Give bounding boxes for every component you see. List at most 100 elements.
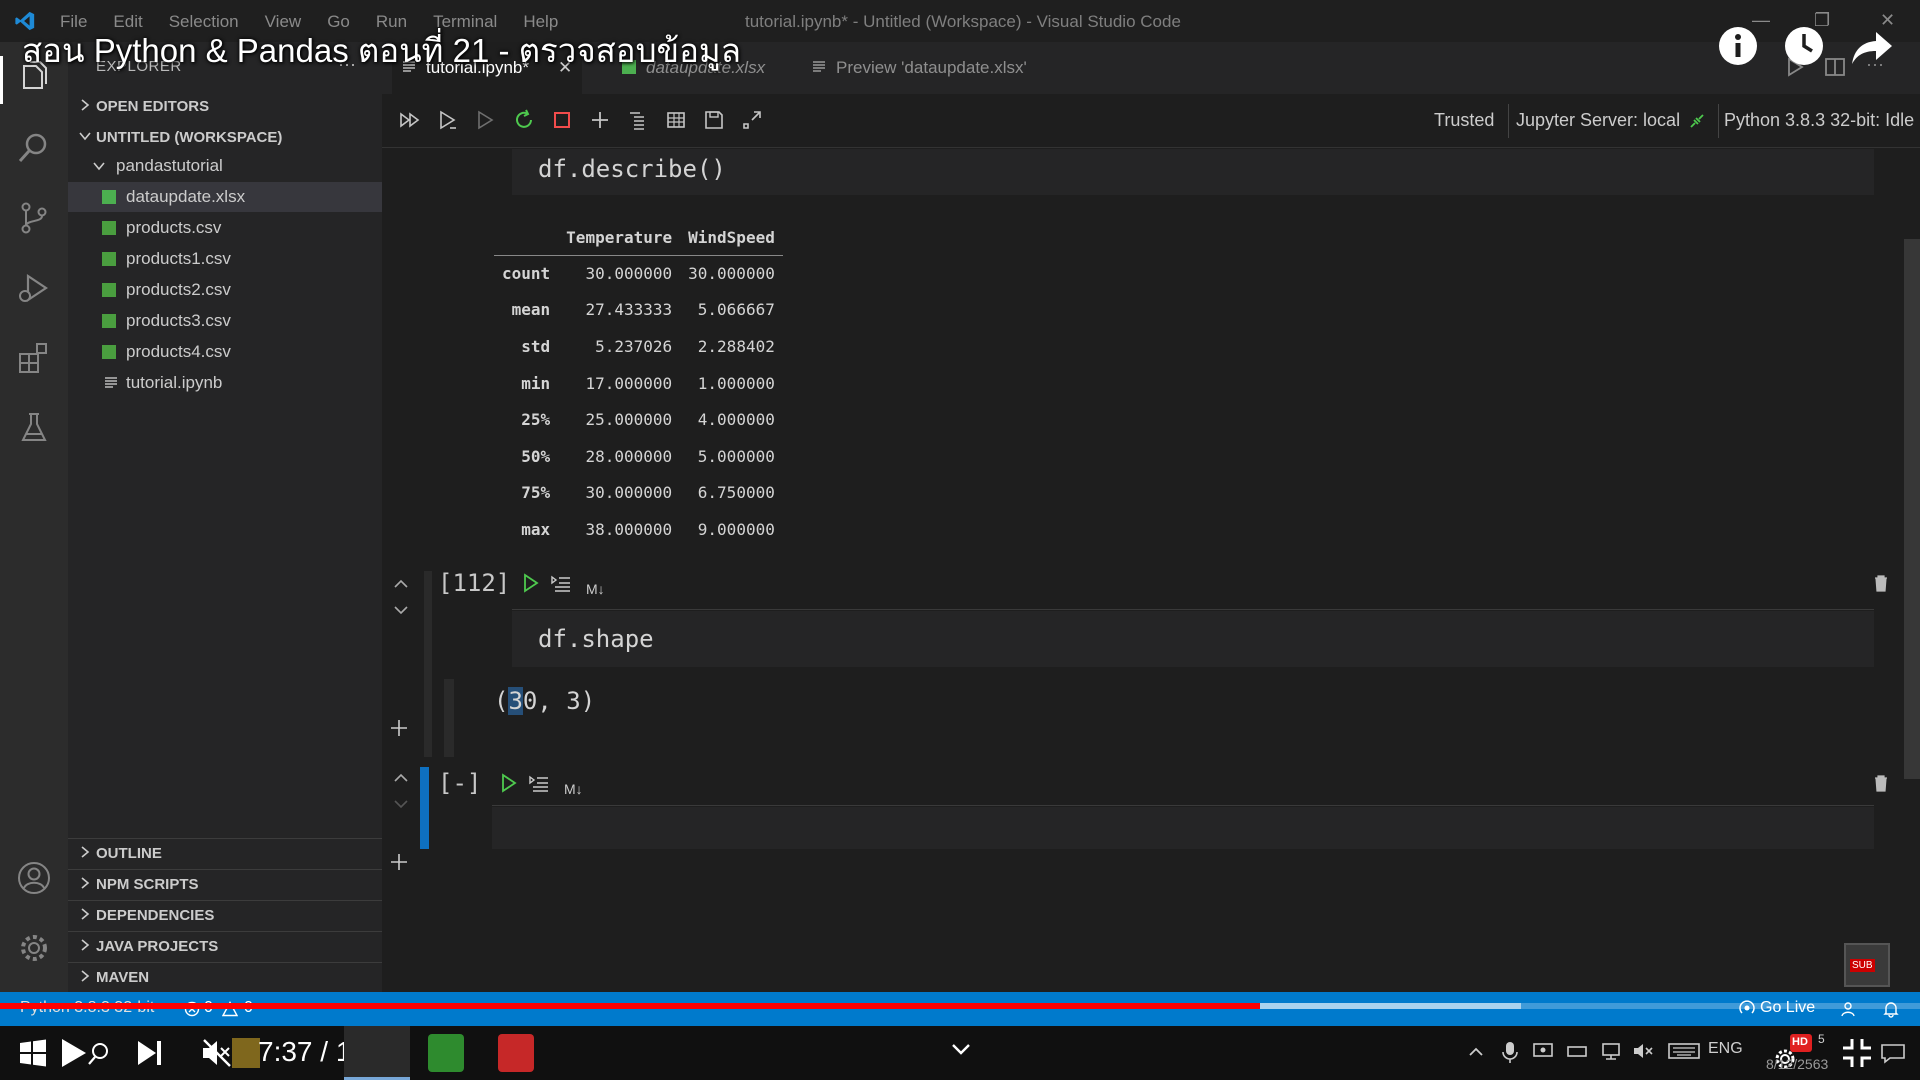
toolbar-separator: [1718, 104, 1719, 138]
chevron-right-icon: [81, 877, 90, 889]
settings-gear-icon[interactable]: [16, 930, 52, 966]
windows-start-icon[interactable]: [16, 1036, 50, 1070]
table-row: mean 27.433333 5.066667: [494, 292, 783, 329]
run-cell-play-icon[interactable]: [498, 772, 520, 794]
interrupt-kernel-stop-icon[interactable]: [550, 108, 574, 132]
tray-expand-chevron-up-icon[interactable]: [1466, 1042, 1486, 1062]
column-header: Temperature: [558, 221, 681, 256]
speaker-muted-icon[interactable]: [1632, 1040, 1654, 1062]
folder-pandastutorial[interactable]: pandastutorial: [68, 151, 382, 181]
code-cell-input[interactable]: df.describe(): [512, 149, 1874, 195]
table-cell: 4.000000: [697, 410, 775, 430]
info-icon[interactable]: [1716, 24, 1760, 68]
source-control-icon[interactable]: [16, 200, 52, 236]
empty-code-cell-input[interactable]: [492, 807, 1874, 849]
file-products1-csv[interactable]: products1.csv: [68, 244, 382, 274]
subscribe-badge: SUB: [1850, 959, 1875, 972]
file-products4-csv[interactable]: products4.csv: [68, 337, 382, 367]
kernel-status[interactable]: Python 3.8.3 32-bit: Idle: [1724, 110, 1914, 131]
markdown-toggle[interactable]: M↓: [564, 781, 583, 797]
run-debug-icon[interactable]: [16, 270, 52, 306]
run-cell-play-icon[interactable]: [520, 572, 542, 594]
window-title: tutorial.ipynb* - Untitled (Workspace) -…: [745, 12, 1181, 31]
display-icon[interactable]: [1532, 1040, 1554, 1062]
export-icon[interactable]: [740, 108, 764, 132]
network-icon[interactable]: [1600, 1040, 1622, 1062]
run-above-icon[interactable]: [436, 108, 460, 132]
split-editor-icon[interactable]: [1824, 56, 1846, 78]
search-icon[interactable]: [86, 1036, 112, 1070]
testing-flask-icon[interactable]: [16, 410, 52, 446]
trusted-status[interactable]: Trusted: [1434, 110, 1494, 131]
section-npm-scripts[interactable]: NPM SCRIPTS: [68, 869, 382, 897]
file-dataupdate-xlsx[interactable]: dataupdate.xlsx: [68, 182, 382, 212]
table-cell: 30.000000: [585, 483, 673, 503]
table-cell: 6.750000: [697, 483, 775, 503]
microphone-icon[interactable]: [1500, 1040, 1520, 1064]
section-workspace[interactable]: UNTITLED (WORKSPACE): [68, 123, 382, 151]
clear-outputs-icon[interactable]: [626, 108, 650, 132]
section-label: OUTLINE: [96, 845, 162, 862]
account-icon[interactable]: [16, 860, 52, 896]
move-cell-down-icon[interactable]: [390, 599, 412, 621]
table-cell: 9.000000: [697, 519, 775, 539]
section-outline[interactable]: OUTLINE: [68, 838, 382, 866]
app-taskbar-icon-green[interactable]: [428, 1034, 464, 1072]
run-below-icon[interactable]: [474, 108, 498, 132]
table-row: std 5.237026 2.288402: [494, 328, 783, 365]
action-center-icon[interactable]: [1880, 1042, 1906, 1064]
file-products-csv[interactable]: products.csv: [68, 213, 382, 243]
variables-grid-icon[interactable]: [664, 108, 688, 132]
file-tutorial-ipynb[interactable]: tutorial.ipynb: [68, 368, 382, 398]
section-dependencies[interactable]: DEPENDENCIES: [68, 900, 382, 928]
run-below-cell-icon[interactable]: [550, 572, 572, 594]
section-open-editors[interactable]: OPEN EDITORS: [68, 92, 382, 120]
table-row: max 38.000000 9.000000: [494, 511, 783, 548]
file-explorer-taskbar-icon[interactable]: [232, 1038, 260, 1068]
vscode-taskbar-button[interactable]: [344, 1026, 410, 1080]
delete-cell-trash-icon[interactable]: [1870, 772, 1892, 794]
move-cell-down-icon[interactable]: [390, 793, 412, 815]
file-products3-csv[interactable]: products3.csv: [68, 306, 382, 336]
cell-side-bar: [424, 571, 432, 757]
section-maven[interactable]: MAVEN: [68, 962, 382, 990]
table-row: 75% 30.000000 6.750000: [494, 475, 783, 512]
add-cell-below-plus-icon[interactable]: [388, 851, 410, 873]
section-java-projects[interactable]: JAVA PROJECTS: [68, 931, 382, 959]
tab-preview-dataupdate[interactable]: Preview 'dataupdate.xlsx': [798, 42, 1098, 94]
drive-icon[interactable]: [1566, 1040, 1588, 1062]
share-icon[interactable]: [1850, 24, 1894, 68]
play-icon[interactable]: [56, 1036, 90, 1070]
restart-kernel-icon[interactable]: [512, 108, 536, 132]
app-taskbar-icon-red[interactable]: [498, 1034, 534, 1072]
output-remainder: 0, 3): [522, 687, 596, 715]
save-icon[interactable]: [702, 108, 726, 132]
delete-cell-trash-icon[interactable]: [1870, 572, 1892, 594]
markdown-toggle[interactable]: M↓: [586, 581, 605, 597]
add-cell-icon[interactable]: [588, 108, 612, 132]
next-video-icon[interactable]: [134, 1036, 168, 1070]
section-label: NPM SCRIPTS: [96, 876, 199, 893]
code-cell-input[interactable]: df.shape: [512, 611, 1874, 667]
move-cell-up-icon[interactable]: [390, 767, 412, 789]
run-below-cell-icon[interactable]: [528, 772, 550, 794]
run-all-icon[interactable]: [398, 108, 422, 132]
exit-fullscreen-icon[interactable]: [1840, 1036, 1874, 1070]
chevron-down-icon[interactable]: [950, 1040, 972, 1058]
file-products2-csv[interactable]: products2.csv: [68, 275, 382, 305]
keyboard-icon[interactable]: [1668, 1040, 1700, 1062]
csv-file-icon: [102, 252, 116, 266]
video-progress-bar[interactable]: [0, 1003, 1920, 1009]
jupyter-server-status[interactable]: Jupyter Server: local: [1516, 110, 1680, 131]
add-cell-below-plus-icon[interactable]: [388, 717, 410, 739]
muted-volume-icon[interactable]: [200, 1036, 234, 1070]
subscribe-watermark[interactable]: SUB: [1844, 943, 1890, 987]
watch-later-clock-icon[interactable]: [1782, 24, 1826, 68]
move-cell-up-icon[interactable]: [390, 573, 412, 595]
input-language[interactable]: ENG: [1708, 1040, 1743, 1058]
table-cell: 30.000000: [688, 264, 775, 284]
extensions-icon[interactable]: [16, 340, 52, 376]
preview-file-icon: [813, 61, 825, 72]
search-icon[interactable]: [16, 130, 52, 166]
vertical-scrollbar-thumb[interactable]: [1904, 239, 1920, 779]
